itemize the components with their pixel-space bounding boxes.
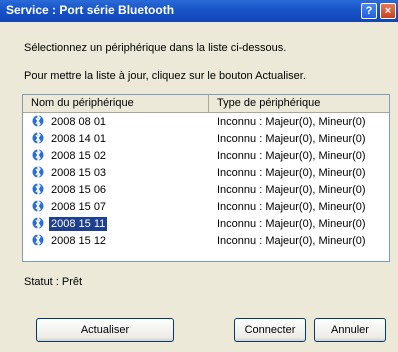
bluetooth-device-icon	[32, 114, 44, 128]
device-list[interactable]: Nom du périphérique Type de périphérique…	[22, 94, 390, 262]
device-name: 2008 14 01	[51, 133, 107, 145]
column-header-name-label: Nom du périphérique	[31, 97, 134, 109]
close-button[interactable]: ×	[380, 3, 396, 19]
status-text: Statut : Prêt	[24, 276, 83, 288]
title-bar[interactable]: Service : Port série Bluetooth ? ×	[0, 0, 398, 22]
device-name: 2008 15 06	[51, 184, 107, 196]
device-type: Inconnu : Majeur(0), Mineur(0)	[217, 201, 366, 213]
device-type: Inconnu : Majeur(0), Mineur(0)	[217, 150, 366, 162]
device-name: 2008 15 07	[51, 201, 107, 213]
instruction-select: Sélectionnez un périphérique dans la lis…	[24, 42, 287, 54]
list-item[interactable]: 2008 15 02 Inconnu : Majeur(0), Mineur(0…	[23, 148, 389, 164]
device-name: 2008 15 03	[51, 167, 107, 179]
list-item[interactable]: 2008 14 01 Inconnu : Majeur(0), Mineur(0…	[23, 131, 389, 147]
connect-button[interactable]: Connecter	[234, 318, 306, 342]
device-name: 2008 15 02	[51, 150, 107, 162]
device-type: Inconnu : Majeur(0), Mineur(0)	[217, 116, 366, 128]
device-type: Inconnu : Majeur(0), Mineur(0)	[217, 218, 366, 230]
bluetooth-device-icon	[32, 131, 44, 145]
column-header-type[interactable]: Type de périphérique	[209, 95, 389, 113]
help-button[interactable]: ?	[361, 3, 377, 19]
instruction-refresh: Pour mettre la liste à jour, cliquez sur…	[24, 70, 306, 82]
bluetooth-device-icon	[32, 182, 44, 196]
list-item[interactable]: 2008 08 01 Inconnu : Majeur(0), Mineur(0…	[23, 114, 389, 130]
column-header-type-label: Type de périphérique	[217, 97, 321, 109]
bluetooth-device-icon	[32, 165, 44, 179]
bluetooth-serial-dialog: Service : Port série Bluetooth ? × Sélec…	[0, 0, 398, 352]
device-name: 2008 15 12	[51, 235, 107, 247]
device-type: Inconnu : Majeur(0), Mineur(0)	[217, 133, 366, 145]
device-type: Inconnu : Majeur(0), Mineur(0)	[217, 167, 366, 179]
device-type: Inconnu : Majeur(0), Mineur(0)	[217, 235, 366, 247]
device-name: 2008 15 11	[49, 217, 108, 231]
list-item[interactable]: 2008 15 03 Inconnu : Majeur(0), Mineur(0…	[23, 165, 389, 181]
refresh-button[interactable]: Actualiser	[36, 318, 174, 342]
list-item[interactable]: 2008 15 06 Inconnu : Majeur(0), Mineur(0…	[23, 182, 389, 198]
list-item[interactable]: 2008 15 12 Inconnu : Majeur(0), Mineur(0…	[23, 233, 389, 249]
column-header-name[interactable]: Nom du périphérique	[23, 95, 209, 113]
window-title: Service : Port série Bluetooth	[6, 3, 175, 17]
bluetooth-device-icon	[32, 148, 44, 162]
device-name: 2008 08 01	[51, 116, 107, 128]
bluetooth-device-icon	[32, 216, 44, 230]
cancel-button[interactable]: Annuler	[314, 318, 386, 342]
list-item-selected[interactable]: 2008 15 11 Inconnu : Majeur(0), Mineur(0…	[23, 216, 389, 232]
bluetooth-device-icon	[32, 199, 44, 213]
list-item[interactable]: 2008 15 07 Inconnu : Majeur(0), Mineur(0…	[23, 199, 389, 215]
device-type: Inconnu : Majeur(0), Mineur(0)	[217, 184, 366, 196]
bluetooth-device-icon	[32, 233, 44, 247]
